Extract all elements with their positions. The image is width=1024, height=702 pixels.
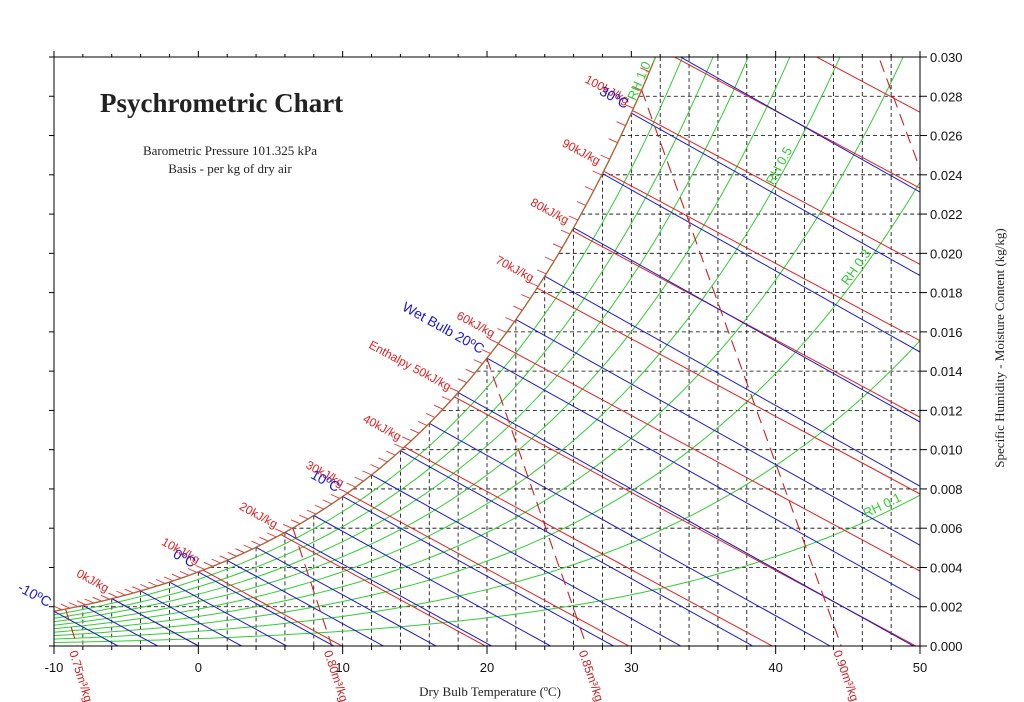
- y-tick-label: 0.000: [930, 639, 963, 654]
- enthalpy-label: 0kJ/kg: [74, 566, 111, 595]
- y-tick-label: 0.004: [930, 560, 963, 575]
- volume-label: 0.75m³/kg: [66, 649, 95, 702]
- wet-bulb-label: 10ºC: [308, 466, 343, 495]
- enthalpy-line: [815, 57, 920, 113]
- wet-bulb-line: [169, 581, 287, 646]
- wet-bulb-line: [54, 610, 119, 646]
- enthalpy-label: Enthalpy 50kJ/kg: [367, 338, 454, 394]
- y-tick-label: 0.008: [930, 482, 963, 497]
- enthalpy-label: 40kJ/kg: [361, 412, 404, 444]
- wet-bulb-label: -10ºC: [15, 579, 54, 610]
- enthalpy-line: [673, 57, 920, 189]
- enthalpy-line: [706, 0, 1024, 646]
- enthalpy-line: [632, 110, 920, 265]
- wet-bulb-line: [631, 112, 920, 277]
- chart-subtitle-pressure: Barometric Pressure 101.325 kPa: [142, 143, 318, 158]
- rh-curve: [54, 340, 920, 640]
- y-tick-label: 0.002: [930, 600, 963, 615]
- y-axis-label: Specific Humidity - Moisture Content (kg…: [992, 228, 1007, 468]
- enthalpy-label: 20kJ/kg: [237, 499, 280, 531]
- wet-bulb-line: [342, 495, 614, 646]
- y-tick-label: 0.006: [930, 521, 963, 536]
- x-tick-label: 0: [195, 660, 202, 675]
- wet-bulb-line: [486, 357, 920, 601]
- rh-label: RH 0.3: [838, 246, 874, 288]
- x-tick-label: 50: [913, 660, 927, 675]
- wet-bulb-line: [371, 474, 682, 646]
- wet-bulb-line: [313, 515, 551, 646]
- x-tick-label: 30: [624, 660, 638, 675]
- wet-bulb-line: [111, 598, 199, 646]
- wet-bulb-line: [284, 531, 492, 646]
- y-tick-label: 0.020: [930, 246, 963, 261]
- y-tick-label: 0.026: [930, 129, 963, 144]
- rh-label: RH 0.1: [860, 490, 903, 521]
- enthalpy-line: [347, 492, 629, 646]
- y-tick-label: 0.024: [930, 168, 963, 183]
- x-tick-label: 20: [480, 660, 494, 675]
- y-tick-label: 0.014: [930, 364, 963, 379]
- wet-bulb-line: [457, 392, 914, 646]
- enthalpy-label: 90kJ/kg: [560, 136, 603, 168]
- y-tick-label: 0.030: [930, 50, 963, 65]
- volume-label: 0.80m³/kg: [321, 649, 351, 702]
- volume-line: [641, 89, 842, 646]
- chart-subtitle-basis: Basis - per kg of dry air: [168, 161, 292, 176]
- y-tick-label: 0.010: [930, 443, 963, 458]
- volume-line: [878, 57, 920, 171]
- y-tick-label: 0.028: [930, 89, 963, 104]
- rh-label: RH 0.5: [763, 144, 795, 187]
- y-tick-label: 0.012: [930, 403, 963, 418]
- chart-title: Psychrometric Chart: [100, 88, 344, 118]
- x-axis-label: Dry Bulb Temperature (ºC): [419, 684, 561, 699]
- enthalpy-line: [404, 446, 773, 646]
- enthalpy-label: 70kJ/kg: [493, 253, 536, 285]
- enthalpy-label: 80kJ/kg: [528, 195, 571, 227]
- y-tick-label: 0.022: [930, 207, 963, 222]
- rh-label: RH 1.0: [624, 59, 654, 102]
- volume-line: [292, 527, 333, 646]
- x-tick-label: 40: [768, 660, 782, 675]
- y-tick-label: 0.016: [930, 325, 963, 340]
- y-tick-label: 0.018: [930, 286, 963, 301]
- wet-bulb-line: [140, 590, 242, 646]
- x-tick-label: -10: [45, 660, 64, 675]
- volume-label: 0.90m³/kg: [830, 648, 861, 702]
